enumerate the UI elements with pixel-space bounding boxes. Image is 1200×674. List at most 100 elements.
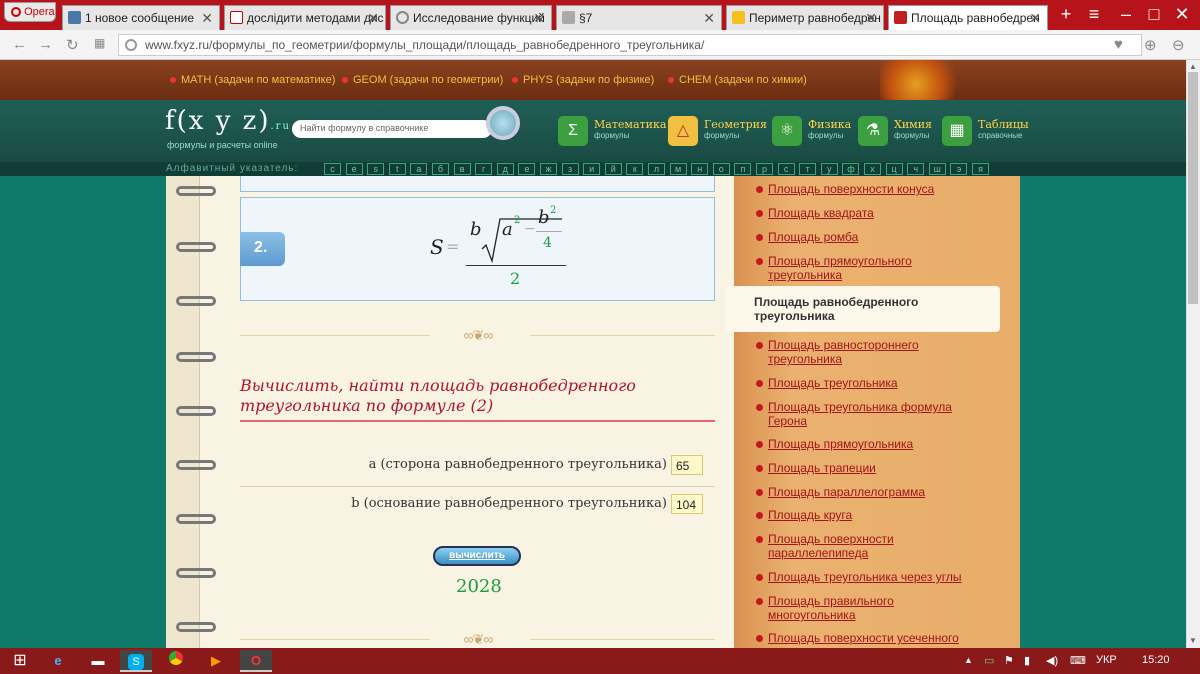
maximize-button[interactable]: □ — [1140, 3, 1168, 25]
windows-start-icon[interactable]: ⊞ — [4, 650, 36, 672]
tab-vk[interactable]: 1 новое сообщение ✕ — [62, 5, 220, 30]
tray-expand-icon[interactable]: ▲ — [964, 655, 973, 665]
close-icon[interactable]: ✕ — [703, 10, 715, 27]
sidebar-link[interactable]: Площадь поверхности конуса — [768, 182, 968, 196]
speed-dial-icon[interactable]: ▦ — [94, 36, 105, 50]
alphabet-letter[interactable]: ф — [842, 163, 860, 175]
volume-icon[interactable]: ◀) — [1046, 654, 1058, 667]
sidebar-link[interactable]: Площадь трапеции — [768, 461, 968, 475]
sidebar-link[interactable]: Площадь треугольника формула Герона — [768, 400, 968, 428]
alphabet-letter[interactable]: ц — [885, 163, 903, 175]
tab-section7[interactable]: §7 ✕ — [556, 5, 722, 30]
network-icon[interactable]: ▮ — [1024, 654, 1030, 667]
sidebar-link[interactable]: Площадь треугольника через углы — [768, 570, 968, 584]
scroll-up-icon[interactable]: ▲ — [1189, 62, 1197, 71]
keyboard-icon[interactable]: ⌨ — [1070, 654, 1086, 667]
sidebar-link[interactable]: Площадь поверхности параллелепипеда — [768, 532, 968, 560]
alphabet-letter[interactable]: г — [475, 163, 493, 175]
close-icon[interactable]: ✕ — [367, 10, 379, 27]
alphabet-letter[interactable]: з — [561, 163, 579, 175]
alphabet-letter[interactable]: х — [864, 163, 881, 175]
alphabet-letter[interactable]: s — [367, 163, 385, 175]
alphabet-letter[interactable]: д — [496, 163, 514, 175]
opera-menu-button[interactable]: Opera — [4, 2, 56, 22]
alphabet-letter[interactable]: у — [820, 163, 838, 175]
side-a-input[interactable]: 65 — [671, 455, 703, 475]
heart-icon[interactable]: ♥ — [1114, 36, 1123, 53]
sidebar-link[interactable]: Площадь правильного многоугольника — [768, 594, 968, 622]
alphabet-letter[interactable]: c — [324, 163, 341, 175]
nav-math[interactable]: MATH (задачи по математике) — [170, 74, 335, 86]
minimize-button[interactable]: – — [1112, 3, 1140, 25]
sidebar-link[interactable]: Площадь равностороннего треугольника — [768, 338, 968, 366]
alphabet-letter[interactable]: а — [410, 163, 428, 175]
chrome-icon[interactable] — [160, 650, 192, 672]
calculate-button[interactable]: вычислить — [433, 546, 521, 566]
forward-icon[interactable]: → — [38, 36, 53, 53]
alphabet-letter[interactable]: р — [756, 163, 773, 175]
opera-taskbar-icon[interactable]: O — [240, 650, 272, 672]
alphabet-letter[interactable]: н — [691, 163, 709, 175]
sidebar-link[interactable]: Площадь треугольника — [768, 376, 968, 390]
nav-chem[interactable]: CHEM (задачи по химии) — [668, 74, 807, 86]
close-icon[interactable]: ✕ — [1029, 10, 1041, 27]
close-icon[interactable]: ✕ — [533, 10, 545, 27]
nav-geom[interactable]: GEOM (задачи по геометрии) — [342, 74, 503, 86]
download-icon[interactable]: ⊕ — [1144, 36, 1157, 54]
alphabet-letter[interactable]: т — [799, 163, 817, 175]
alphabet-letter[interactable]: б — [432, 163, 449, 175]
sidebar-link[interactable]: Площадь прямоугольника — [768, 437, 968, 451]
settings-icon[interactable]: ⊖ — [1172, 36, 1185, 54]
sidebar-link[interactable]: Площадь поверхности усеченного — [768, 631, 968, 645]
skype-icon[interactable]: S — [120, 650, 152, 672]
scrollbar-thumb[interactable] — [1188, 72, 1198, 304]
close-icon[interactable]: ✕ — [865, 10, 877, 27]
alphabet-letter[interactable]: ч — [907, 163, 925, 175]
tab-area-isosceles[interactable]: Площадь равнобедрен ✕ — [888, 5, 1048, 30]
alphabet-letter[interactable]: е — [518, 163, 536, 175]
alphabet-letter[interactable]: ж — [540, 163, 557, 175]
base-b-input[interactable]: 104 — [671, 494, 703, 514]
language-indicator[interactable]: УКР — [1096, 654, 1117, 666]
flag-icon[interactable]: ⚑ — [1004, 654, 1014, 667]
file-explorer-icon[interactable]: ▬ — [82, 650, 114, 672]
alphabet-letter[interactable]: в — [453, 163, 471, 175]
scroll-down-icon[interactable]: ▼ — [1189, 636, 1197, 645]
alphabet-letter[interactable]: я — [972, 163, 989, 175]
tab-perimeter[interactable]: Периметр равнобедрен ✕ — [726, 5, 884, 30]
tab-yandex[interactable]: дослідити методами дис ✕ — [224, 5, 386, 30]
alphabet-letter[interactable]: л — [648, 163, 665, 175]
alphabet-letter[interactable]: м — [669, 163, 687, 175]
sidebar-link[interactable]: Площадь ромба — [768, 230, 968, 244]
sidebar-link[interactable]: Площадь круга — [768, 508, 968, 522]
search-magnifier-icon[interactable] — [486, 106, 520, 140]
alphabet-letter[interactable]: к — [626, 163, 644, 175]
back-icon[interactable]: ← — [12, 36, 27, 53]
site-logo[interactable]: f(x y z).ru — [165, 106, 291, 136]
alphabet-letter[interactable]: ш — [928, 163, 946, 175]
alphabet-letter[interactable]: п — [734, 163, 752, 175]
media-player-icon[interactable]: ▶ — [200, 650, 232, 672]
alphabet-letter[interactable]: э — [950, 163, 968, 175]
alphabet-letter[interactable]: и — [583, 163, 601, 175]
tab-investigation[interactable]: Исследование функций ✕ — [390, 5, 552, 30]
sidebar-link[interactable]: Площадь квадрата — [768, 206, 968, 220]
clock[interactable]: 15:20 — [1142, 654, 1170, 666]
alphabet-letter[interactable]: t — [388, 163, 406, 175]
url-field[interactable]: www.fxyz.ru/формулы_по_геометрии/формулы… — [118, 34, 1142, 56]
formula-search-input[interactable]: Найти формулу в справочнике — [292, 120, 492, 138]
close-icon[interactable]: ✕ — [201, 10, 213, 27]
alphabet-letter[interactable]: e — [345, 163, 363, 175]
internet-explorer-icon[interactable]: e — [42, 650, 74, 672]
alphabet-letter[interactable]: о — [712, 163, 730, 175]
reload-icon[interactable]: ↻ — [66, 36, 79, 54]
close-window-button[interactable]: ✕ — [1168, 3, 1196, 25]
new-tab-button[interactable]: + — [1052, 3, 1080, 25]
sidebar-link[interactable]: Площадь параллелограмма — [768, 485, 968, 499]
sidebar-link[interactable]: Площадь прямоугольного треугольника — [768, 254, 968, 282]
tab-menu-icon[interactable]: ≡ — [1080, 3, 1108, 25]
alphabet-letter[interactable]: й — [604, 163, 622, 175]
alphabet-letter[interactable]: с — [777, 163, 795, 175]
battery-icon[interactable]: ▭ — [984, 654, 994, 667]
nav-phys[interactable]: PHYS (задачи по физике) — [512, 74, 654, 86]
